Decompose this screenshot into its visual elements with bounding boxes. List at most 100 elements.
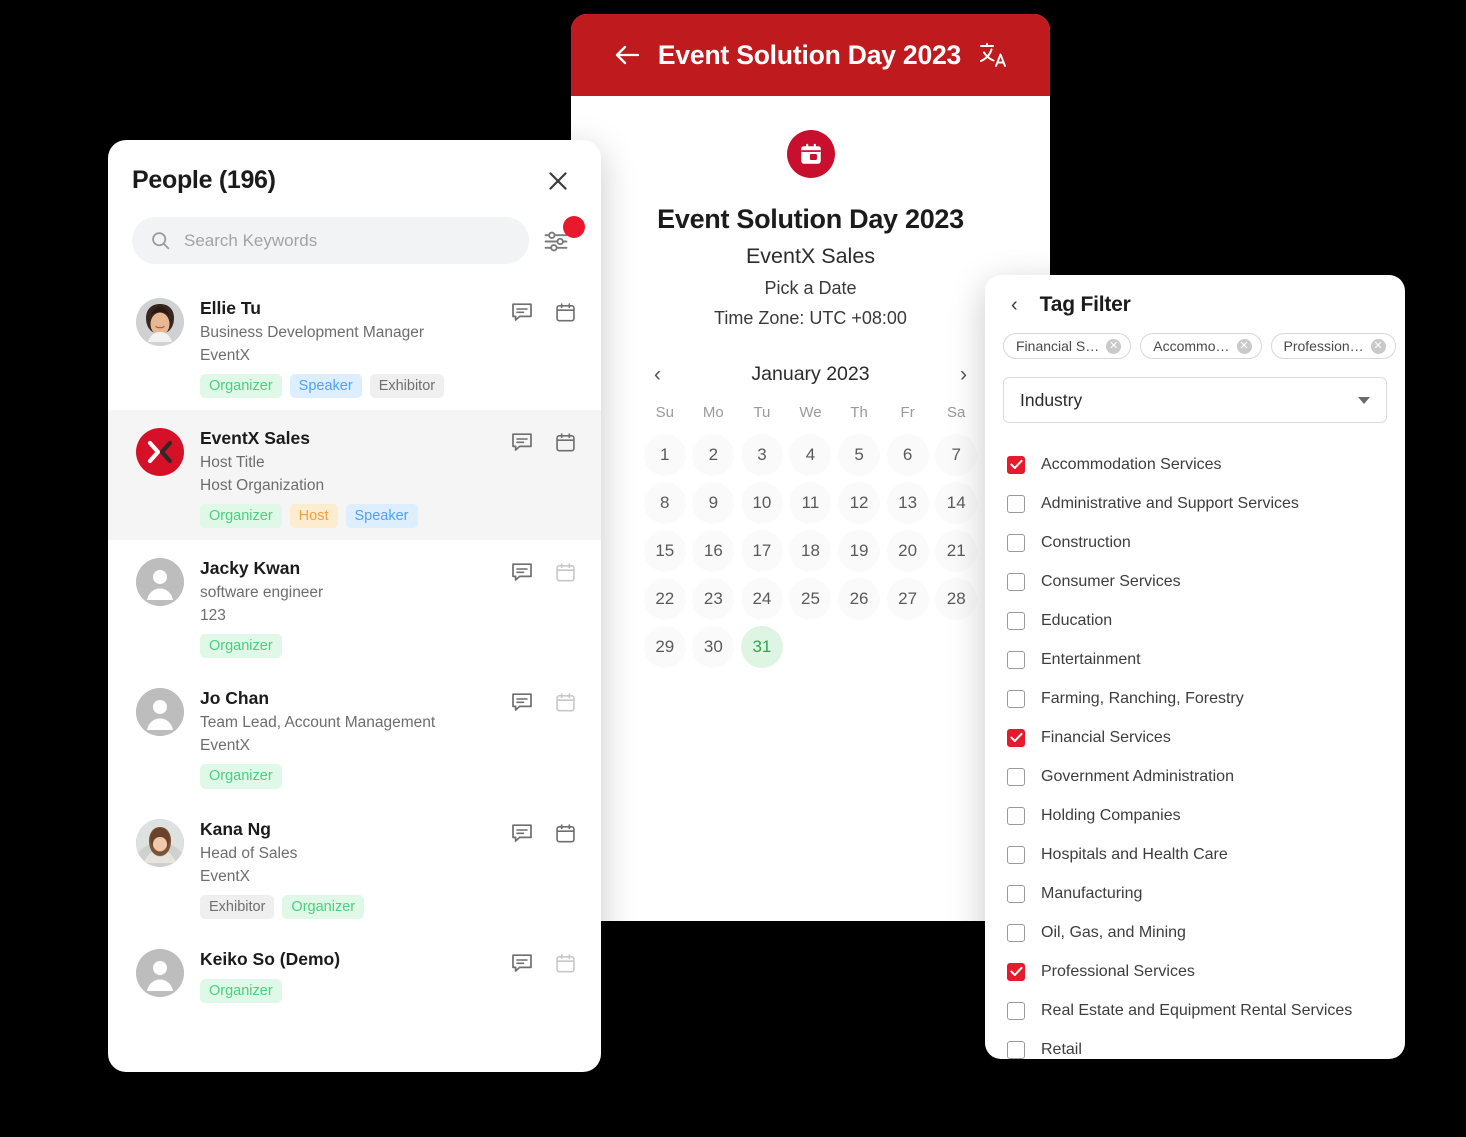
industry-option[interactable]: Retail (1007, 1030, 1387, 1059)
calendar-day-19[interactable]: 19 (838, 530, 881, 572)
calendar-day-30[interactable]: 30 (692, 626, 735, 668)
calendar-day-cell: 13 (883, 479, 932, 527)
chat-icon[interactable] (510, 301, 534, 329)
calendar-day-18[interactable]: 18 (789, 530, 832, 572)
calendar-icon[interactable] (554, 301, 577, 329)
calendar-day-4[interactable]: 4 (789, 434, 832, 476)
chat-icon[interactable] (510, 952, 534, 980)
calendar-day-21[interactable]: 21 (935, 530, 978, 572)
list-item[interactable]: Jo Chan Team Lead, Account Management Even… (108, 670, 601, 800)
industry-option[interactable]: Holding Companies (1007, 796, 1387, 835)
chat-icon[interactable] (510, 431, 534, 459)
industry-option[interactable]: Accommodation Services (1007, 445, 1387, 484)
calendar-next-month-button[interactable]: › (950, 364, 976, 385)
calendar-day-6[interactable]: 6 (886, 434, 929, 476)
calendar-day-28[interactable]: 28 (935, 578, 978, 620)
calendar-day-27[interactable]: 27 (886, 578, 929, 620)
chip-remove-icon[interactable]: ✕ (1236, 338, 1252, 354)
calendar-day-3[interactable]: 3 (740, 434, 783, 476)
calendar-prev-month-button[interactable]: ‹ (645, 364, 671, 385)
chat-icon[interactable] (510, 822, 534, 850)
industry-option[interactable]: Farming, Ranching, Forestry (1007, 679, 1387, 718)
checkbox-icon[interactable] (1007, 923, 1025, 942)
calendar-day-15[interactable]: 15 (643, 530, 686, 572)
calendar-day-14[interactable]: 14 (935, 482, 978, 524)
calendar-day-13[interactable]: 13 (886, 482, 929, 524)
back-arrow-icon[interactable] (612, 40, 642, 70)
calendar-day-31[interactable]: 31 (740, 626, 783, 668)
industry-select[interactable]: Industry (1003, 377, 1387, 423)
tag-chip[interactable]: Accommo… ✕ (1140, 333, 1262, 359)
industry-option[interactable]: Construction (1007, 523, 1387, 562)
list-item[interactable]: Keiko So (Demo) Organizer (108, 931, 601, 1015)
checkbox-checked-icon[interactable] (1007, 962, 1025, 981)
calendar-day-10[interactable]: 10 (740, 482, 783, 524)
checkbox-icon[interactable] (1007, 650, 1025, 669)
calendar-day-24[interactable]: 24 (740, 578, 783, 620)
calendar-icon[interactable] (554, 952, 577, 980)
filter-button[interactable] (543, 215, 585, 258)
checkbox-icon[interactable] (1007, 767, 1025, 786)
industry-option[interactable]: Manufacturing (1007, 874, 1387, 913)
calendar-day-8[interactable]: 8 (643, 482, 686, 524)
checkbox-icon[interactable] (1007, 1040, 1025, 1059)
calendar-icon[interactable] (554, 561, 577, 589)
list-item[interactable]: Kana Ng Head of Sales EventX Exhibitor Organ… (108, 801, 601, 931)
search-box[interactable] (132, 217, 529, 264)
calendar-weekday-su: Su (655, 404, 674, 421)
calendar-day-5[interactable]: 5 (838, 434, 881, 476)
list-item[interactable]: EventX Sales Host Title Host Organization O… (108, 410, 601, 541)
checkbox-checked-icon[interactable] (1007, 455, 1025, 474)
close-icon[interactable] (545, 168, 571, 194)
calendar-day-22[interactable]: 22 (643, 578, 686, 620)
calendar-day-7[interactable]: 7 (935, 434, 978, 476)
checkbox-icon[interactable] (1007, 611, 1025, 630)
list-item[interactable]: Ellie Tu Business Development Manager Even… (108, 280, 601, 410)
industry-option[interactable]: Professional Services (1007, 952, 1387, 991)
calendar-day-26[interactable]: 26 (838, 578, 881, 620)
checkbox-icon[interactable] (1007, 1001, 1025, 1020)
calendar-day-17[interactable]: 17 (740, 530, 783, 572)
industry-option[interactable]: Financial Services (1007, 718, 1387, 757)
calendar-icon[interactable] (554, 431, 577, 459)
industry-option[interactable]: Oil, Gas, and Mining (1007, 913, 1387, 952)
industry-option[interactable]: Entertainment (1007, 640, 1387, 679)
industry-option[interactable]: Administrative and Support Services (1007, 484, 1387, 523)
tag-chip[interactable]: Profession… ✕ (1270, 333, 1396, 359)
checkbox-icon[interactable] (1007, 884, 1025, 903)
chip-remove-icon[interactable]: ✕ (1370, 338, 1386, 354)
chat-icon[interactable] (510, 561, 534, 589)
checkbox-icon[interactable] (1007, 572, 1025, 591)
translate-icon[interactable] (977, 39, 1009, 71)
tag-chip[interactable]: Financial S… ✕ (1003, 333, 1132, 359)
search-input[interactable] (184, 230, 511, 251)
checkbox-icon[interactable] (1007, 845, 1025, 864)
industry-option[interactable]: Hospitals and Health Care (1007, 835, 1387, 874)
chat-icon[interactable] (510, 691, 534, 719)
industry-option[interactable]: Education (1007, 601, 1387, 640)
chevron-left-icon[interactable]: ‹ (1011, 295, 1018, 315)
calendar-day-23[interactable]: 23 (692, 578, 735, 620)
industry-option[interactable]: Real Estate and Equipment Rental Service… (1007, 991, 1387, 1030)
calendar-day-cell: 17 (738, 527, 787, 575)
checkbox-icon[interactable] (1007, 494, 1025, 513)
calendar-day-25[interactable]: 25 (789, 578, 832, 620)
checkbox-icon[interactable] (1007, 806, 1025, 825)
chip-remove-icon[interactable]: ✕ (1106, 338, 1122, 354)
calendar-day-20[interactable]: 20 (886, 530, 929, 572)
calendar-day-16[interactable]: 16 (692, 530, 735, 572)
calendar-day-2[interactable]: 2 (692, 434, 735, 476)
industry-option[interactable]: Consumer Services (1007, 562, 1387, 601)
checkbox-icon[interactable] (1007, 533, 1025, 552)
calendar-day-9[interactable]: 9 (692, 482, 735, 524)
calendar-day-12[interactable]: 12 (838, 482, 881, 524)
list-item[interactable]: Jacky Kwan software engineer 123 Organizer (108, 540, 601, 670)
checkbox-checked-icon[interactable] (1007, 728, 1025, 747)
calendar-icon[interactable] (554, 691, 577, 719)
calendar-day-1[interactable]: 1 (643, 434, 686, 476)
calendar-day-11[interactable]: 11 (789, 482, 832, 524)
calendar-icon[interactable] (554, 822, 577, 850)
checkbox-icon[interactable] (1007, 689, 1025, 708)
industry-option[interactable]: Government Administration (1007, 757, 1387, 796)
calendar-day-29[interactable]: 29 (643, 626, 686, 668)
